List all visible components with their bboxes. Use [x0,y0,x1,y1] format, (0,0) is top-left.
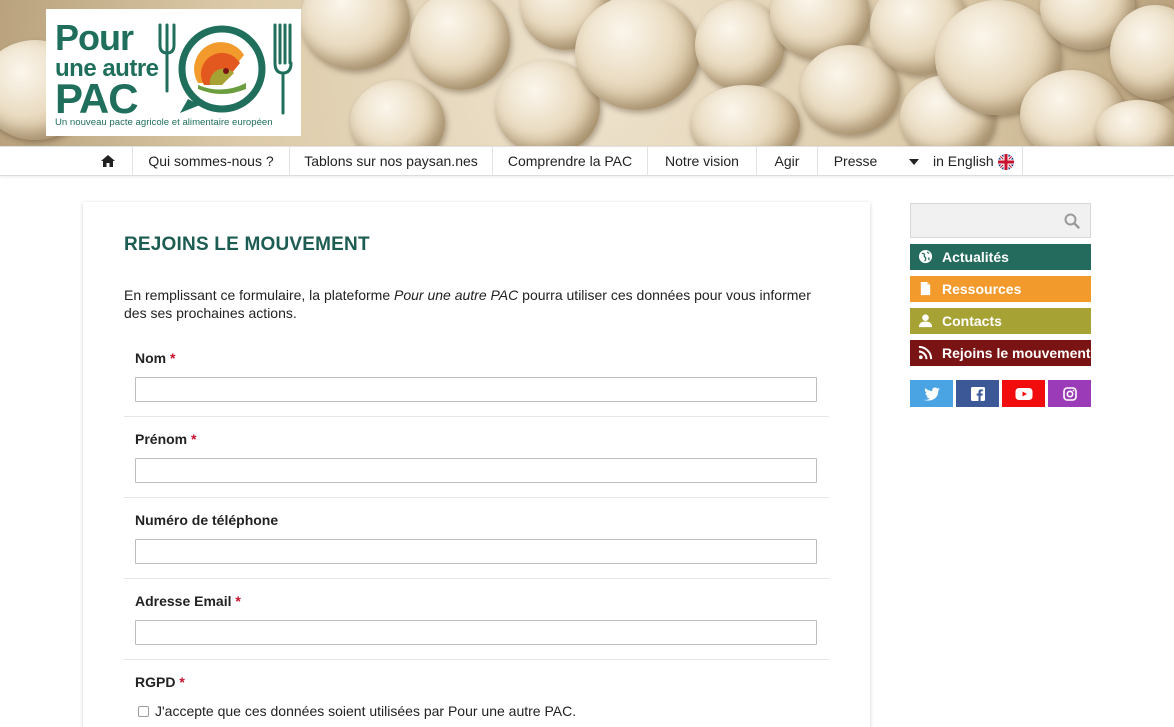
nav-language-menu[interactable]: in English [893,147,1023,176]
rss-icon [918,345,933,360]
sidebar-button-ressources[interactable]: Ressources [910,276,1091,302]
field-label: Numéro de téléphone [135,512,278,528]
intro-platform-name: Pour une autre PAC [394,287,519,303]
fork-right-icon [273,23,293,115]
field-divider [124,497,829,498]
required-marker: * [170,350,176,366]
caret-down-icon [909,159,919,165]
search-input[interactable] [911,204,1061,237]
field-label-text: Nom [135,350,167,366]
search-box [910,203,1091,238]
social-instagram-button[interactable] [1048,380,1091,407]
facebook-icon [970,386,985,401]
nav-item-comprendre-la-pac[interactable]: Comprendre la PAC [493,147,648,176]
field-label-text: Adresse Email [135,593,232,609]
uk-flag-icon [998,154,1014,170]
rgpd-checkbox[interactable] [138,706,149,717]
page-title: REJOINS LE MOUVEMENT [124,234,370,255]
field-divider [124,578,829,579]
field-label: RGPD * [135,674,185,690]
sidebar-button-contacts[interactable]: Contacts [910,308,1091,334]
telephone-input[interactable] [135,539,817,564]
field-divider [124,416,829,417]
youtube-icon [1015,387,1032,400]
nav-item-notre-vision[interactable]: Notre vision [648,147,757,176]
form-card: REJOINS LE MOUVEMENT En remplissant ce f… [83,202,870,727]
field-label: Nom * [135,350,175,366]
form-intro: En remplissant ce formulaire, la platefo… [124,286,834,322]
search-icon[interactable] [1064,213,1080,229]
sidebar-button-label: Actualités [942,249,1009,265]
field-label-text: Numéro de téléphone [135,512,279,528]
site-logo[interactable]: Pour une autre PAC Un nouveau pacte agri… [46,9,301,136]
sidebar-button-label: Contacts [942,313,1002,329]
nav-item-presse[interactable]: Presse [818,147,893,176]
language-label: in English [933,153,994,169]
field-label: Prénom * [135,431,196,447]
sidebar-button-actualites[interactable]: Actualités [910,244,1091,270]
field-label-text: RGPD [135,674,176,690]
user-icon [918,314,933,328]
field-label: Adresse Email * [135,593,241,609]
sidebar-button-label: Rejoins le mouvement [942,345,1091,361]
rgpd-checkbox-label[interactable]: J'accepte que ces données soient utilisé… [155,703,576,719]
home-icon [100,155,115,167]
sidebar-button-label: Ressources [942,281,1022,297]
field-divider [124,659,829,660]
required-marker: * [235,593,241,609]
globe-icon [918,249,933,264]
logo-tagline: Un nouveau pacte agricole et alimentaire… [55,117,273,128]
social-twitter-button[interactable] [910,380,953,407]
social-youtube-button[interactable] [1002,380,1045,407]
logo-line-3: PAC [55,75,139,122]
nav-item-tablons[interactable]: Tablons sur nos paysan.nes [290,147,493,176]
logo-line-1: Pour [55,17,134,58]
document-icon [920,281,931,296]
instagram-icon [1062,386,1077,401]
required-marker: * [191,431,197,447]
prenom-input[interactable] [135,458,817,483]
sidebar-button-rejoins[interactable]: Rejoins le mouvement [910,340,1091,366]
field-label-text: Prénom [135,431,188,447]
main-nav: Qui sommes-nous ? Tablons sur nos paysan… [0,146,1174,176]
email-input[interactable] [135,620,817,645]
twitter-icon [923,387,940,400]
social-facebook-button[interactable] [956,380,999,407]
nav-item-qui-sommes-nous[interactable]: Qui sommes-nous ? [133,147,290,176]
plate-emblem-icon [178,25,266,113]
required-marker: * [179,674,185,690]
nav-item-agir[interactable]: Agir [757,147,818,176]
nav-home[interactable] [83,147,133,176]
nom-input[interactable] [135,377,817,402]
intro-text-start: En remplissant ce formulaire, la platefo… [124,287,394,303]
